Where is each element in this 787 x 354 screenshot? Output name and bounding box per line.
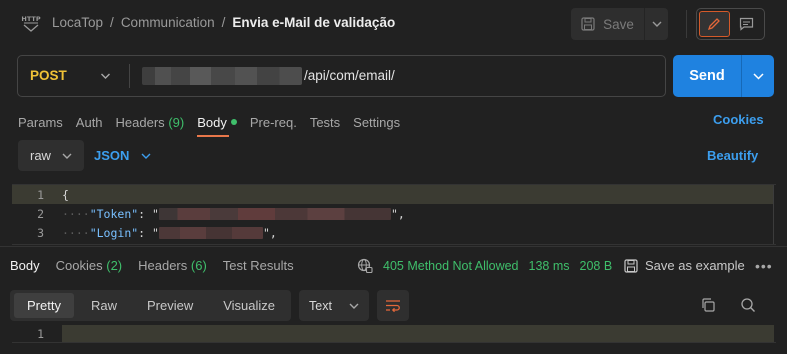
cookies-link[interactable]: Cookies xyxy=(713,112,764,127)
editor-line: 3 ····"Login": " ", xyxy=(12,223,774,242)
save-options-dropdown[interactable] xyxy=(644,8,668,40)
response-tabs: Body Cookies (2) Headers (6) Test Result… xyxy=(10,258,310,273)
view-visualize[interactable]: Visualize xyxy=(210,293,288,318)
response-tab-headers[interactable]: Headers (6) xyxy=(138,258,207,273)
comment-mode-button[interactable] xyxy=(732,11,762,37)
edit-mode-button[interactable] xyxy=(699,11,730,37)
breadcrumb-separator: / xyxy=(110,15,114,30)
request-body-editor[interactable]: 1 { 2 ····"Token": " ", 3 ····"Login": " "… xyxy=(12,184,776,245)
tab-pre-request[interactable]: Pre-req. xyxy=(250,115,297,130)
response-format-select[interactable]: Text xyxy=(299,290,369,321)
divider xyxy=(129,64,130,88)
chevron-down-icon xyxy=(752,72,764,80)
chevron-down-icon xyxy=(62,153,72,159)
editor-mode-toggle xyxy=(696,8,765,40)
editor-scrollbar[interactable] xyxy=(773,185,774,244)
tab-tests[interactable]: Tests xyxy=(310,115,340,130)
url-input[interactable]: /api/com/email/ xyxy=(304,68,395,83)
beautify-button[interactable]: Beautify xyxy=(707,148,758,163)
response-tab-cookies[interactable]: Cookies (2) xyxy=(56,258,122,273)
breadcrumb-separator: / xyxy=(221,15,226,30)
redacted-value xyxy=(158,208,391,220)
response-tab-test-results[interactable]: Test Results xyxy=(223,258,294,273)
breadcrumb-collection[interactable]: Communication xyxy=(121,15,215,30)
save-label: Save xyxy=(603,16,634,32)
editor-line: 1 { xyxy=(12,185,774,204)
body-mode-select[interactable]: raw xyxy=(18,140,84,171)
code-text: ····"Login": " ", xyxy=(62,225,277,240)
line-number: 2 xyxy=(37,206,44,221)
panel-divider[interactable] xyxy=(0,246,787,247)
json-key: "Token" xyxy=(89,206,139,221)
view-preview[interactable]: Preview xyxy=(134,293,206,318)
tab-params[interactable]: Params xyxy=(18,115,63,130)
send-button-group: Send xyxy=(673,55,774,97)
method-select[interactable]: POST xyxy=(30,68,67,83)
tab-auth[interactable]: Auth xyxy=(76,115,103,130)
save-example-label: Save as example xyxy=(645,258,745,273)
current-line-highlight xyxy=(62,325,774,342)
response-body-line[interactable]: 1 xyxy=(12,325,776,342)
response-view-tabs: Pretty Raw Preview Visualize xyxy=(10,290,291,321)
wrap-lines-button[interactable] xyxy=(377,290,409,321)
redacted-value xyxy=(158,227,263,239)
status-code[interactable]: 405 Method Not Allowed xyxy=(383,259,519,273)
line-number: 1 xyxy=(37,326,44,341)
http-request-icon: HTTP xyxy=(21,13,41,33)
response-meta: 405 Method Not Allowed 138 ms 208 B xyxy=(357,258,612,274)
save-button-group: Save xyxy=(571,8,668,40)
more-options-icon[interactable]: ••• xyxy=(755,258,773,274)
request-header: HTTP LocaTop / Communication / Envia e-M… xyxy=(0,0,787,48)
response-time[interactable]: 138 ms xyxy=(529,259,570,273)
body-mode-value: raw xyxy=(30,148,51,163)
body-indicator-dot xyxy=(230,119,237,126)
line-number: 1 xyxy=(37,187,44,202)
breadcrumb: LocaTop / Communication / Envia e-Mail d… xyxy=(52,15,395,30)
svg-text:HTTP: HTTP xyxy=(21,15,40,23)
tab-headers[interactable]: Headers (9) xyxy=(116,115,185,130)
json-key: "Login" xyxy=(89,225,139,240)
search-icon[interactable] xyxy=(740,297,756,313)
save-as-example-button[interactable]: Save as example xyxy=(624,258,745,273)
tab-settings[interactable]: Settings xyxy=(353,115,400,130)
chevron-down-icon xyxy=(141,153,151,159)
copy-icon[interactable] xyxy=(700,297,716,313)
divider xyxy=(12,342,776,343)
breadcrumb-workspace[interactable]: LocaTop xyxy=(52,15,103,30)
code-text: { xyxy=(62,187,69,202)
chevron-down-icon xyxy=(349,303,359,309)
body-format-value: JSON xyxy=(94,148,130,163)
comment-icon xyxy=(740,17,754,31)
view-raw[interactable]: Raw xyxy=(78,293,130,318)
redacted-url-host[interactable] xyxy=(142,67,302,85)
send-button[interactable]: Send xyxy=(673,55,741,97)
body-format-select[interactable]: JSON xyxy=(94,148,151,163)
pencil-icon xyxy=(708,18,721,31)
view-pretty[interactable]: Pretty xyxy=(14,293,74,318)
save-icon xyxy=(581,17,595,31)
response-tab-body[interactable]: Body xyxy=(10,258,40,273)
headers-count: (9) xyxy=(168,114,185,130)
divider xyxy=(686,10,687,38)
request-name[interactable]: Envia e-Mail de validação xyxy=(232,15,395,30)
save-button[interactable]: Save xyxy=(571,8,644,40)
cookies-count: (2) xyxy=(106,258,123,273)
wrap-lines-icon xyxy=(386,299,400,312)
request-tabs: Params Auth Headers (9) Body Pre-req. Te… xyxy=(18,112,413,137)
chevron-down-icon xyxy=(652,21,661,27)
response-format-value: Text xyxy=(309,298,332,313)
response-size[interactable]: 208 B xyxy=(580,259,613,273)
chevron-down-icon[interactable] xyxy=(100,69,111,83)
save-icon xyxy=(624,258,638,273)
headers-count: (6) xyxy=(190,258,207,273)
globe-icon[interactable] xyxy=(357,258,373,274)
send-options-dropdown[interactable] xyxy=(742,55,774,97)
line-number: 3 xyxy=(37,225,44,240)
code-text: ····"Token": " ", xyxy=(62,206,405,221)
editor-line: 2 ····"Token": " ", xyxy=(12,204,774,223)
tab-body[interactable]: Body xyxy=(197,115,237,137)
url-bar: POST /api/com/email/ xyxy=(17,55,666,97)
